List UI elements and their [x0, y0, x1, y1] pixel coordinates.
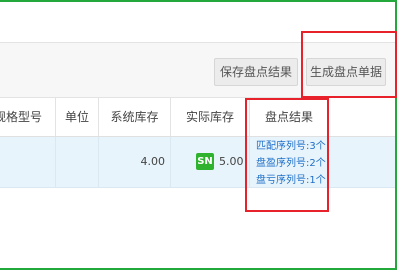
serial-number-badge[interactable]: SN: [196, 153, 214, 170]
column-divider: [328, 137, 329, 187]
column-divider: [328, 98, 329, 136]
column-divider: [170, 137, 171, 187]
header-model: 规格型号: [0, 110, 43, 124]
generate-document-button[interactable]: 生成盘点单据: [306, 58, 386, 86]
system-stock-value: 4.00: [140, 155, 166, 168]
column-divider: [249, 137, 250, 187]
column-divider: [55, 137, 56, 187]
shortage-serials-link[interactable]: 盘亏序列号:1个: [256, 174, 326, 188]
action-toolbar: 保存盘点结果 生成盘点单据: [0, 42, 395, 98]
actual-stock-value: 5.00: [219, 155, 244, 168]
inventory-result-links: 匹配序列号:3个 盘盈序列号:2个 盘亏序列号:1个: [256, 140, 326, 188]
header-actual-stock: 实际库存: [185, 110, 234, 124]
header-result: 盘点结果: [264, 110, 313, 124]
surplus-serials-link[interactable]: 盘盈序列号:2个: [256, 157, 326, 171]
header-system-stock: 系统库存: [110, 110, 159, 124]
table-row: 4.00 SN 5.00: [0, 137, 395, 188]
matched-serials-link[interactable]: 匹配序列号:3个: [256, 140, 326, 154]
table-header: 规格型号 单位 系统库存 实际库存 盘点结果: [0, 98, 395, 137]
save-result-button[interactable]: 保存盘点结果: [214, 58, 298, 86]
header-unit: 单位: [64, 110, 89, 124]
